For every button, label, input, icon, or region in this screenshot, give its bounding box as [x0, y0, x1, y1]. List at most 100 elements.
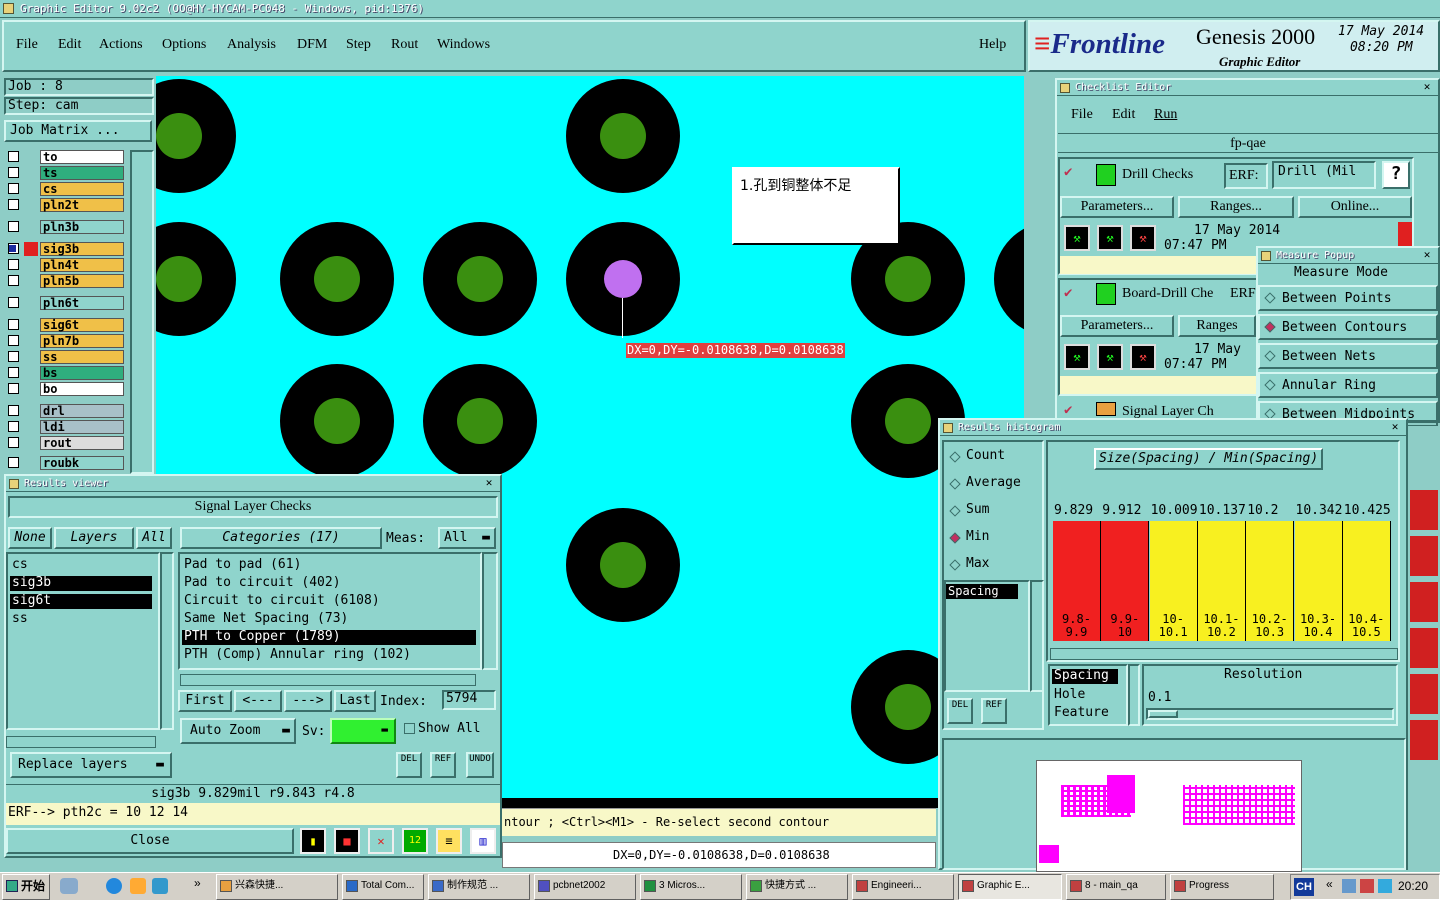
- category-item[interactable]: Pad to circuit (402): [182, 576, 476, 591]
- check-tick-icon[interactable]: ✔: [1064, 285, 1072, 301]
- run-all-icon[interactable]: ⚒: [1097, 344, 1123, 370]
- all-layers-button[interactable]: All: [136, 527, 172, 549]
- category-item[interactable]: PTH (Comp) Annular ring (102): [182, 648, 476, 663]
- next-button[interactable]: --->: [284, 690, 332, 712]
- layer-checkbox[interactable]: [8, 259, 19, 270]
- stat-mode-max[interactable]: Max: [966, 556, 989, 571]
- ranges-button-2[interactable]: Ranges: [1178, 315, 1256, 337]
- layer-result-scrollbar[interactable]: [160, 552, 174, 730]
- category-item[interactable]: PTH to Copper (1789): [182, 630, 476, 645]
- results-del-button[interactable]: DEL: [396, 752, 422, 778]
- delete-tool-icon[interactable]: ✕: [368, 828, 394, 854]
- menu-actions[interactable]: Actions: [99, 37, 143, 53]
- layer-name-ts[interactable]: ts: [40, 166, 124, 180]
- layer-name-pln7b[interactable]: pln7b: [40, 334, 124, 348]
- layer-name-bo[interactable]: bo: [40, 382, 124, 396]
- histogram-bar[interactable]: [1149, 521, 1198, 613]
- histogram-ref-button[interactable]: REF: [981, 698, 1007, 724]
- histogram-bar[interactable]: [1197, 521, 1246, 613]
- tray-volume-icon[interactable]: [1360, 879, 1374, 893]
- histogram-scrollbar[interactable]: [1050, 648, 1398, 660]
- taskbar-item[interactable]: 制作规范 ...: [428, 874, 530, 900]
- checklist-menu-edit[interactable]: Edit: [1112, 107, 1135, 123]
- layer-name-roubk[interactable]: roubk: [40, 456, 124, 470]
- layer-name-pln6t[interactable]: pln6t: [40, 296, 124, 310]
- quicklaunch-icon[interactable]: [60, 878, 78, 894]
- close-icon[interactable]: ✕: [482, 477, 496, 490]
- ranges-button[interactable]: Ranges...: [1178, 196, 1294, 218]
- layer-checkbox[interactable]: [8, 383, 19, 394]
- result-layer-item[interactable]: ss: [10, 612, 152, 627]
- taskbar-item[interactable]: Engineeri...: [852, 874, 954, 900]
- taskbar-item[interactable]: Progress: [1170, 874, 1274, 900]
- close-icon[interactable]: ✕: [1388, 421, 1402, 434]
- none-button[interactable]: None: [8, 527, 52, 549]
- stat-list-scrollbar[interactable]: [1030, 580, 1044, 692]
- layer-name-pln2t[interactable]: pln2t: [40, 198, 124, 212]
- type-feature[interactable]: Feature: [1054, 705, 1109, 720]
- show-all-checkbox[interactable]: [404, 723, 415, 734]
- layer-checkbox[interactable]: [8, 167, 19, 178]
- results-undo-button[interactable]: UNDO: [466, 752, 494, 778]
- type-list-scrollbar[interactable]: [1128, 664, 1140, 726]
- layer-name-to[interactable]: to: [40, 150, 124, 164]
- replace-layers-dropdown[interactable]: Replace layers ▬: [10, 752, 172, 778]
- menu-dfm[interactable]: DFM: [297, 37, 327, 53]
- layer-scrollbar[interactable]: [130, 150, 154, 474]
- resolution-slider[interactable]: [1146, 708, 1394, 720]
- measure-mode-3[interactable]: Annular Ring: [1258, 372, 1438, 398]
- check-help-button[interactable]: ?: [1382, 161, 1410, 189]
- type-spacing[interactable]: Spacing: [1052, 669, 1118, 684]
- check-tick-icon[interactable]: ✔: [1064, 402, 1072, 418]
- histogram-del-button[interactable]: DEL: [947, 698, 973, 724]
- histogram-bar[interactable]: [1246, 521, 1295, 613]
- layer-result-hscroll[interactable]: [6, 736, 156, 748]
- result-layer-item[interactable]: cs: [10, 558, 152, 573]
- category-hscroll[interactable]: [180, 674, 476, 686]
- menu-edit[interactable]: Edit: [58, 37, 81, 53]
- stat-list-item[interactable]: Spacing: [946, 584, 1018, 599]
- layer-checkbox[interactable]: [8, 457, 19, 468]
- layer-name-sig3b[interactable]: sig3b: [40, 242, 124, 256]
- type-hole[interactable]: Hole: [1054, 687, 1085, 702]
- chevron-icon[interactable]: »: [194, 876, 201, 890]
- layer-name-ss[interactable]: ss: [40, 350, 124, 364]
- taskbar-item[interactable]: 兴森快捷...: [216, 874, 338, 900]
- histogram-bar[interactable]: [1053, 521, 1101, 613]
- histogram-bar[interactable]: [1342, 521, 1391, 613]
- categories-button[interactable]: Categories (17): [180, 527, 382, 549]
- job-matrix-button[interactable]: Job Matrix ...: [4, 120, 152, 142]
- layer-checkbox[interactable]: [8, 275, 19, 286]
- close-icon[interactable]: ✕: [1420, 249, 1434, 262]
- online-button[interactable]: Online...: [1298, 196, 1412, 218]
- layer-affected-indicator[interactable]: [24, 242, 38, 256]
- layer-name-drl[interactable]: drl: [40, 404, 124, 418]
- auto-zoom-dropdown[interactable]: Auto Zoom ▬: [180, 718, 296, 744]
- result-layer-item[interactable]: sig6t: [10, 594, 152, 609]
- parameters-button-2[interactable]: Parameters...: [1060, 315, 1174, 337]
- menu-analysis[interactable]: Analysis: [227, 37, 276, 53]
- parameters-button[interactable]: Parameters...: [1060, 196, 1174, 218]
- layer-tool-icon[interactable]: ▮: [300, 828, 326, 854]
- menu-windows[interactable]: Windows: [437, 37, 490, 53]
- stat-mode-count[interactable]: Count: [966, 448, 1005, 463]
- stat-mode-average[interactable]: Average: [966, 475, 1021, 490]
- menu-rout[interactable]: Rout: [391, 37, 418, 53]
- taskbar-item[interactable]: Total Com...: [342, 874, 424, 900]
- category-item[interactable]: Circuit to circuit (6108): [182, 594, 476, 609]
- run-icon[interactable]: ⚒: [1064, 344, 1090, 370]
- layers-button[interactable]: Layers: [54, 527, 134, 549]
- taskbar-item[interactable]: Graphic E...: [958, 874, 1062, 900]
- index-input[interactable]: 5794: [442, 690, 496, 710]
- last-button[interactable]: Last: [334, 690, 376, 712]
- meas-dropdown[interactable]: All ▬: [438, 527, 496, 549]
- layer-name-pln5b[interactable]: pln5b: [40, 274, 124, 288]
- ie-icon[interactable]: [106, 878, 122, 894]
- layer-checkbox[interactable]: [8, 437, 19, 448]
- layer-checkbox[interactable]: [8, 297, 19, 308]
- histogram-bar[interactable]: [1294, 521, 1343, 613]
- layer-name-sig6t[interactable]: sig6t: [40, 318, 124, 332]
- run-all-icon[interactable]: ⚒: [1097, 225, 1123, 251]
- layer-checkbox[interactable]: [8, 199, 19, 210]
- close-icon[interactable]: ✕: [1420, 81, 1434, 94]
